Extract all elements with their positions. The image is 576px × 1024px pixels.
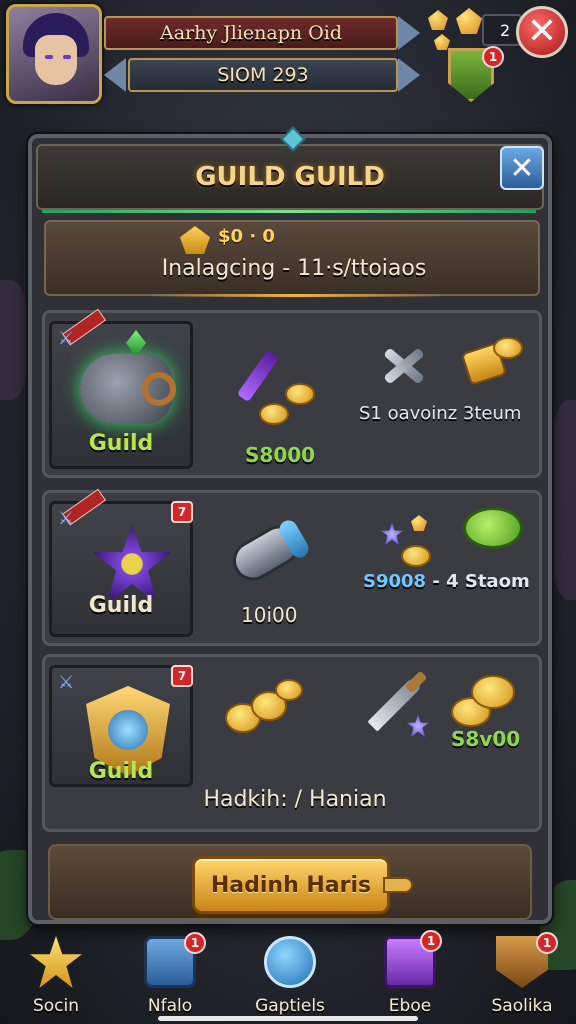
background-rock: [0, 280, 30, 400]
guild-panel: GUILD GUILD ✕ $0 · 0 Inalagcing - 11·s/t…: [28, 126, 552, 924]
card-label: Guild: [88, 759, 154, 784]
blue-flower-icon: [407, 715, 429, 737]
player-name: Aarhy Jlienapn Oid: [160, 22, 342, 44]
info-bar: $0 · 0 Inalagcing - 11·s/ttoiaos: [44, 220, 540, 297]
notification-badge: 1: [184, 932, 206, 954]
gold-coin-icon: [180, 226, 210, 254]
card-label: Guild: [88, 593, 154, 618]
player-avatar[interactable]: [6, 4, 102, 104]
star-icon: [30, 936, 82, 988]
top-hud: Aarhy Jlienapn Oid SIOM 293 2 1 ✕: [0, 0, 576, 112]
gold-gem-icon: [456, 8, 482, 34]
blue-flower-icon: [381, 523, 403, 545]
close-icon[interactable]: ✕: [516, 6, 568, 58]
sword-tag-icon: ⚔: [58, 328, 75, 349]
title-divider: [42, 210, 536, 213]
bottom-nav: Socin 1 Nfalo Gaptiels 1 Eboe 1 Saolika: [0, 930, 576, 1024]
count-badge: 7: [171, 665, 193, 687]
server-label: SIOM 293: [217, 64, 309, 86]
green-gem-icon: [126, 330, 146, 356]
claim-button[interactable]: Hadinh Haris: [192, 856, 413, 914]
arrow-left-icon: [104, 58, 126, 92]
coin-icon: [259, 403, 289, 425]
arrow-right-icon: [398, 16, 420, 50]
coin-icon: [493, 337, 523, 359]
purple-flower-icon: [92, 524, 172, 604]
reward-card[interactable]: ⚔ Guild: [49, 308, 193, 469]
sword-tag-icon: ⚔: [58, 672, 75, 693]
info-subtitle: Inalagcing - 11·s/ttoiaos: [161, 256, 427, 281]
card-label: Guild: [88, 431, 154, 456]
gold-gem-icon: [411, 515, 427, 531]
player-name-banner: Aarhy Jlienapn Oid: [104, 16, 398, 50]
reward-amount: S8v00: [451, 727, 521, 751]
nav-item-saolika[interactable]: 1 Saolika: [474, 930, 570, 1024]
phone-icon: [264, 936, 316, 988]
green-cash-icon: [463, 507, 523, 549]
nav-item-gaptiels[interactable]: Gaptiels: [242, 930, 338, 1024]
reward-row[interactable]: ⚔ Guild S8000 S1 oavoinz 3teum: [42, 308, 542, 478]
background-rock: [548, 400, 576, 600]
panel-close-button[interactable]: ✕: [500, 146, 544, 190]
reward-row[interactable]: ⚔ Guild 7 10i00 S9008 - 4 Staom: [42, 488, 542, 646]
notification-badge: 1: [482, 46, 504, 68]
arrow-right-icon[interactable]: [398, 58, 420, 92]
server-banner: SIOM 293: [128, 58, 398, 92]
panel-title: GUILD GUILD: [36, 144, 544, 210]
notification-badge: 1: [420, 930, 442, 952]
reward-text: S9008 - 4 Staom: [363, 571, 530, 592]
nav-item-socin[interactable]: Socin: [8, 930, 104, 1024]
reward-amount: S8000: [245, 443, 316, 467]
nav-item-eboe[interactable]: 1 Eboe: [362, 930, 458, 1024]
home-indicator[interactable]: [158, 1016, 418, 1021]
notification-badge: 1: [536, 932, 558, 954]
reward-amount: 10i00: [241, 603, 298, 627]
coin-icon: [401, 545, 431, 567]
row-footer: Hadkih: / Hanian: [203, 787, 387, 812]
coin-icon: [471, 675, 515, 709]
action-area: Hadinh Haris: [48, 844, 532, 920]
info-amount: $0 · 0: [218, 226, 275, 247]
coin-icon: [285, 383, 315, 405]
gold-gem-icon: [434, 34, 450, 50]
sword-tag-icon: ⚔: [58, 508, 75, 529]
coin-icon: [275, 679, 303, 701]
gold-gem-icon: [428, 10, 448, 30]
purple-sword-icon: [236, 349, 280, 403]
nav-item-nfalo[interactable]: 1 Nfalo: [122, 930, 218, 1024]
reward-row[interactable]: ⚔ Guild 7 S8v00 Hadkih: / Hanian: [42, 654, 542, 832]
count-badge: 7: [171, 501, 193, 523]
reward-text: S1 oavoinz 3teum: [359, 403, 522, 424]
